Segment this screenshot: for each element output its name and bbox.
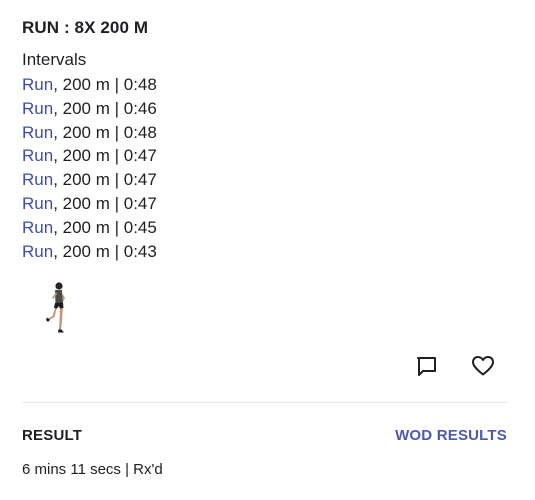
interval-row: Run, 200 m | 0:48 xyxy=(22,73,157,97)
interval-details: , 200 m | 0:48 xyxy=(53,75,157,94)
workout-title: RUN : 8X 200 M xyxy=(22,18,149,37)
interval-movement-link[interactable]: Run xyxy=(22,194,53,213)
runner-figure-icon xyxy=(44,281,70,335)
interval-row: Run, 200 m | 0:45 xyxy=(22,216,157,240)
interval-movement-link[interactable]: Run xyxy=(22,123,53,142)
interval-details: , 200 m | 0:47 xyxy=(53,170,157,190)
interval-movement-link[interactable]: Run xyxy=(22,99,53,118)
interval-details: , 200 m | 0:45 xyxy=(53,217,157,237)
result-value: 6 mins 11 secs | Rx'd xyxy=(22,461,163,478)
interval-details: , 200 m | 0:47 xyxy=(53,193,157,213)
comment-icon[interactable] xyxy=(414,353,440,379)
interval-details: , 200 m | 0:43 xyxy=(53,241,157,261)
interval-details: , 200 m | 0:46 xyxy=(53,98,157,118)
intervals-section-label: Intervals xyxy=(22,50,87,69)
interval-row: Run, 200 m | 0:43 xyxy=(22,240,157,264)
interval-row: Run, 200 m | 0:47 xyxy=(22,144,157,168)
interval-movement-link[interactable]: Run xyxy=(22,218,53,237)
interval-movement-link[interactable]: Run xyxy=(22,146,53,165)
interval-row: Run, 200 m | 0:48 xyxy=(22,121,157,145)
result-label: RESULT xyxy=(22,427,83,444)
interval-movement-link[interactable]: Run xyxy=(22,242,53,261)
workout-card: RUN : 8X 200 M Intervals Run, 200 m | 0:… xyxy=(0,0,535,500)
interval-movement-link[interactable]: Run xyxy=(22,75,53,94)
divider xyxy=(22,402,507,403)
interval-row: Run, 200 m | 0:47 xyxy=(22,168,157,192)
interval-row: Run, 200 m | 0:46 xyxy=(22,97,157,121)
interval-details: , 200 m | 0:47 xyxy=(53,146,157,166)
interval-row: Run, 200 m | 0:47 xyxy=(22,192,157,216)
heart-icon[interactable] xyxy=(470,353,496,379)
wod-results-link[interactable]: WOD RESULTS xyxy=(395,427,507,445)
interval-details: , 200 m | 0:48 xyxy=(53,122,157,142)
interval-movement-link[interactable]: Run xyxy=(22,170,53,189)
interval-list: Run, 200 m | 0:48 Run, 200 m | 0:46 Run,… xyxy=(22,73,157,263)
